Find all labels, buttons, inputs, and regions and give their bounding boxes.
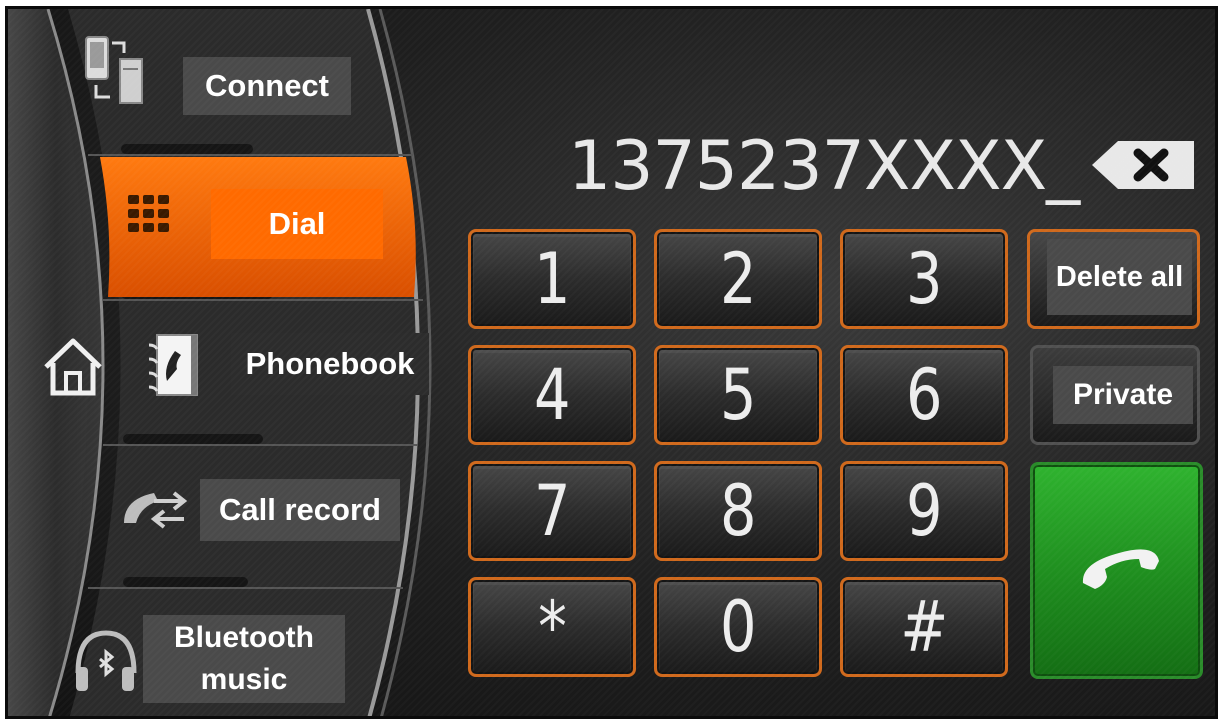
delete-all-label: Delete all [1047,239,1192,315]
bluetooth-headphones-icon [75,630,137,691]
call-button[interactable] [1030,462,1203,679]
key-label: # [899,586,949,668]
key-0[interactable]: 0 [654,577,822,677]
key-label: 2 [719,238,757,320]
dialed-number-display: 1375237XXXX_ [568,127,1080,206]
nav-item-dial[interactable]: Dial [118,179,408,279]
backspace-button[interactable] [1088,137,1198,193]
key-1[interactable]: 1 [468,229,636,329]
call-handset-icon [1082,549,1159,589]
nav-label-call-record: Call record [200,479,400,541]
key-hash[interactable]: # [840,577,1008,677]
nav-label-connect: Connect [183,57,351,115]
key-label: 4 [533,354,571,436]
key-4[interactable]: 4 [468,345,636,445]
key-label: 3 [905,238,943,320]
key-label: 0 [719,586,757,668]
key-6[interactable]: 6 [840,345,1008,445]
key-label: 1 [533,238,571,320]
nav-item-call-record[interactable]: Call record [118,469,408,549]
dialer-screen: Connect Dial Phonebook Call record Bluet… [5,6,1218,719]
device-connect-icon [85,36,143,104]
delete-all-button[interactable]: Delete all [1027,229,1200,329]
key-label: * [537,586,567,668]
nav-item-bluetooth-music[interactable]: Bluetooth music [70,609,360,709]
nav-label-phonebook: Phonebook [231,333,429,395]
private-label: Private [1053,366,1193,424]
key-label: 7 [533,470,571,552]
home-button[interactable] [38,329,108,409]
key-label: 5 [719,354,757,436]
keypad-icon [128,195,169,232]
call-record-icon [124,491,188,529]
private-button[interactable]: Private [1030,345,1200,445]
phonebook-icon [148,334,198,396]
nav-label-dial: Dial [211,189,383,259]
key-9[interactable]: 9 [840,461,1008,561]
key-5[interactable]: 5 [654,345,822,445]
key-8[interactable]: 8 [654,461,822,561]
key-label: 6 [905,354,943,436]
nav-item-connect[interactable]: Connect [78,29,388,139]
key-star[interactable]: * [468,577,636,677]
key-7[interactable]: 7 [468,461,636,561]
key-3[interactable]: 3 [840,229,1008,329]
backspace-icon [1092,141,1194,189]
key-label: 9 [905,470,943,552]
nav-item-phonebook[interactable]: Phonebook [143,329,433,409]
nav-label-bluetooth-music: Bluetooth music [143,615,345,703]
key-label: 8 [719,470,757,552]
home-icon [44,338,102,396]
key-2[interactable]: 2 [654,229,822,329]
